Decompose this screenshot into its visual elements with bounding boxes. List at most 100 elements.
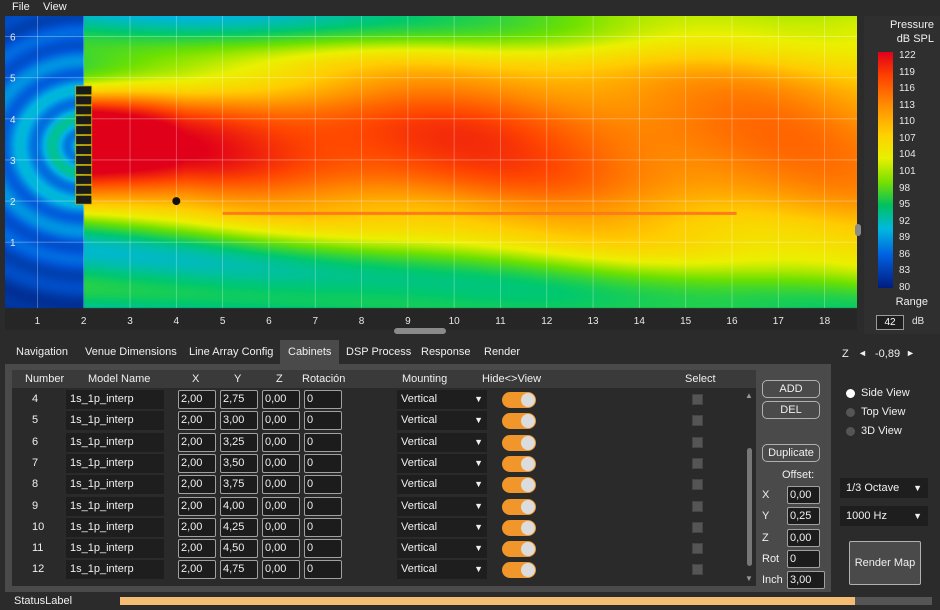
row-mounting-select[interactable]: Vertical ▼ [397, 390, 487, 409]
radio-top-view-dot[interactable] [846, 408, 855, 417]
row-visibility-toggle[interactable] [502, 392, 536, 408]
row-rotation-input[interactable]: 0 [304, 496, 342, 516]
row-visibility-toggle[interactable] [502, 562, 536, 579]
tab-dsp-process[interactable]: DSP Process [338, 340, 419, 364]
row-select-checkbox[interactable] [692, 436, 703, 448]
row-rotation-input[interactable]: 0 [304, 432, 342, 452]
range-input[interactable]: 42 [876, 315, 904, 330]
menu-file[interactable]: File [12, 1, 30, 13]
row-model-name[interactable]: 1s_1p_interp [66, 475, 164, 495]
row-mounting-select[interactable]: Vertical ▼ [397, 539, 487, 559]
row-model-name[interactable]: 1s_1p_interp [66, 496, 164, 516]
tab-line-array-config[interactable]: Line Array Config [181, 340, 281, 364]
row-y-input[interactable]: 3,00 [220, 411, 258, 431]
row-y-input[interactable]: 2,75 [220, 390, 258, 409]
row-z-input[interactable]: 0,00 [262, 517, 300, 537]
row-x-input[interactable]: 2,00 [178, 496, 216, 516]
row-rotation-input[interactable]: 0 [304, 453, 342, 473]
row-model-name[interactable]: 1s_1p_interp [66, 539, 164, 559]
radio-side-view-dot[interactable] [846, 389, 855, 398]
row-y-input[interactable]: 4,75 [220, 560, 258, 580]
row-model-name[interactable]: 1s_1p_interp [66, 411, 164, 431]
row-select-checkbox[interactable] [692, 521, 703, 533]
row-z-input[interactable]: 0,00 [262, 453, 300, 473]
row-visibility-toggle[interactable] [502, 541, 536, 558]
delete-button[interactable]: DEL [762, 401, 820, 419]
scroll-up-icon[interactable]: ▲ [745, 391, 753, 400]
row-y-input[interactable]: 4,00 [220, 496, 258, 516]
spl-map[interactable]: 1 2 3 4 5 6 7 8 9 10 11 12 13 14 15 16 17 18 6 5 4 3 2 1 [5, 16, 857, 330]
row-rotation-input[interactable]: 0 [304, 560, 342, 580]
tab-response[interactable]: Response [413, 340, 479, 364]
frequency-select[interactable]: 1000 Hz ▼ [840, 506, 928, 526]
octave-select[interactable]: 1/3 Octave ▼ [840, 478, 928, 498]
row-rotation-input[interactable]: 0 [304, 539, 342, 559]
tab-venue-dimensions[interactable]: Venue Dimensions [77, 340, 185, 364]
row-rotation-input[interactable]: 0 [304, 411, 342, 431]
offset-y-input[interactable]: 0,25 [787, 507, 820, 525]
scroll-thumb[interactable] [747, 448, 752, 566]
row-mounting-select[interactable]: Vertical ▼ [397, 475, 487, 495]
menu-view[interactable]: View [43, 1, 67, 13]
row-select-checkbox[interactable] [692, 564, 703, 576]
row-x-input[interactable]: 2,00 [178, 517, 216, 537]
vertical-splitter-handle[interactable] [855, 224, 861, 236]
row-rotation-input[interactable]: 0 [304, 390, 342, 409]
row-select-checkbox[interactable] [692, 457, 703, 469]
row-y-input[interactable]: 3,25 [220, 432, 258, 452]
tab-navigation[interactable]: Navigation [8, 340, 76, 364]
row-z-input[interactable]: 0,00 [262, 496, 300, 516]
row-mounting-select[interactable]: Vertical ▼ [397, 411, 487, 431]
row-z-input[interactable]: 0,00 [262, 539, 300, 559]
row-z-input[interactable]: 0,00 [262, 432, 300, 452]
offset-rot-input[interactable]: 0 [787, 550, 820, 568]
row-x-input[interactable]: 2,00 [178, 411, 216, 431]
row-visibility-toggle[interactable] [502, 455, 536, 472]
row-select-checkbox[interactable] [692, 415, 703, 427]
row-mounting-select[interactable]: Vertical ▼ [397, 432, 487, 452]
horizontal-splitter-handle[interactable] [394, 328, 446, 334]
row-x-input[interactable]: 2,00 [178, 475, 216, 495]
row-x-input[interactable]: 2,00 [178, 390, 216, 409]
row-model-name[interactable]: 1s_1p_interp [66, 560, 164, 580]
row-x-input[interactable]: 2,00 [178, 432, 216, 452]
row-model-name[interactable]: 1s_1p_interp [66, 517, 164, 537]
row-visibility-toggle[interactable] [502, 477, 536, 494]
row-x-input[interactable]: 2,00 [178, 453, 216, 473]
row-model-name[interactable]: 1s_1p_interp [66, 453, 164, 473]
row-rotation-input[interactable]: 0 [304, 475, 342, 495]
row-visibility-toggle[interactable] [502, 519, 536, 536]
offset-x-input[interactable]: 0,00 [787, 486, 820, 504]
row-select-checkbox[interactable] [692, 500, 703, 512]
tab-cabinets[interactable]: Cabinets [280, 340, 340, 364]
row-mounting-select[interactable]: Vertical ▼ [397, 517, 487, 537]
render-map-button[interactable]: Render Map [849, 541, 921, 585]
row-y-input[interactable]: 3,50 [220, 453, 258, 473]
row-select-checkbox[interactable] [692, 543, 703, 555]
radio-3d-view-dot[interactable] [846, 427, 855, 436]
offset-inch-input[interactable]: 3,00 [787, 571, 825, 589]
row-mounting-select[interactable]: Vertical ▼ [397, 496, 487, 516]
tab-render[interactable]: Render [476, 340, 528, 364]
row-model-name[interactable]: 1s_1p_interp [66, 432, 164, 452]
row-x-input[interactable]: 2,00 [178, 560, 216, 580]
row-select-checkbox[interactable] [692, 479, 703, 491]
duplicate-button[interactable]: Duplicate [762, 444, 820, 462]
row-y-input[interactable]: 4,50 [220, 539, 258, 559]
row-x-input[interactable]: 2,00 [178, 539, 216, 559]
row-z-input[interactable]: 0,00 [262, 560, 300, 580]
row-select-checkbox[interactable] [692, 394, 703, 405]
row-visibility-toggle[interactable] [502, 434, 536, 451]
row-mounting-select[interactable]: Vertical ▼ [397, 560, 487, 580]
row-z-input[interactable]: 0,00 [262, 411, 300, 431]
row-visibility-toggle[interactable] [502, 413, 536, 430]
row-mounting-select[interactable]: Vertical ▼ [397, 453, 487, 473]
offset-z-input[interactable]: 0,00 [787, 529, 820, 547]
table-scrollbar[interactable]: ▲ ▼ [743, 388, 756, 586]
z-increment-button[interactable]: ► [906, 348, 915, 358]
row-rotation-input[interactable]: 0 [304, 517, 342, 537]
scroll-down-icon[interactable]: ▼ [745, 574, 753, 583]
add-button[interactable]: ADD [762, 380, 820, 398]
row-y-input[interactable]: 4,25 [220, 517, 258, 537]
row-y-input[interactable]: 3,75 [220, 475, 258, 495]
